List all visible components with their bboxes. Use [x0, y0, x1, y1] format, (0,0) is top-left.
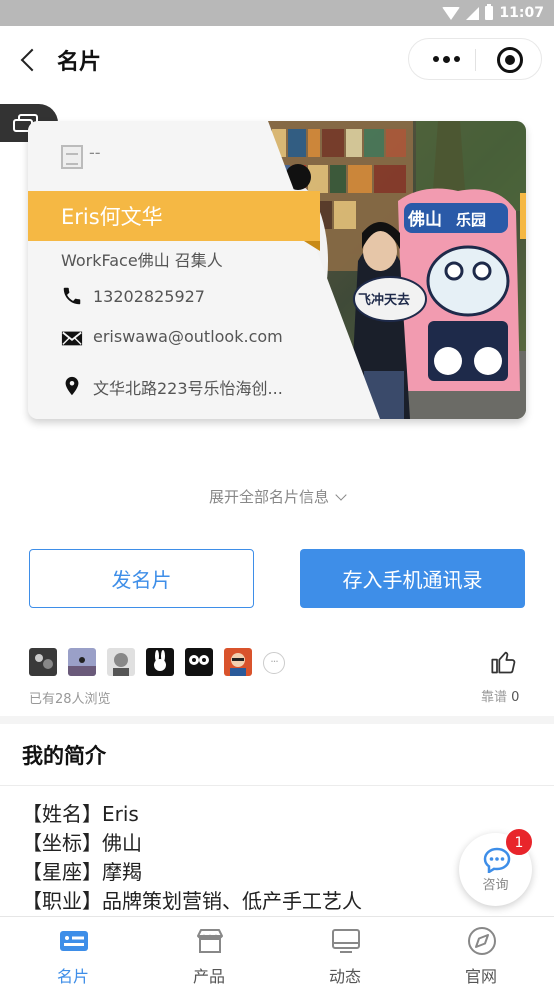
location-icon — [65, 376, 79, 396]
send-card-button[interactable]: 发名片 — [29, 549, 254, 608]
bottom-tab-bar: 名片 产品 动态 官网 — [0, 916, 554, 986]
company-name: -- — [89, 143, 101, 162]
tab-label: 动态 — [328, 967, 361, 986]
intro-content: 【姓名】Eris 【坐标】佛山 【星座】摩羯 【职业】品牌策划营销、低产手工艺人 — [22, 800, 362, 916]
tab-label: 名片 — [56, 967, 89, 986]
capsule-divider — [475, 49, 476, 71]
card-address[interactable]: 文华北路223号乐怡海创... — [93, 375, 283, 399]
avatar[interactable] — [224, 648, 252, 676]
tab-feed[interactable]: 动态 — [276, 917, 414, 986]
view-count: 已有28人浏览 — [29, 692, 111, 707]
navigation-header: 名片 — [0, 26, 554, 94]
intro-title: 我的简介 — [22, 744, 106, 768]
avatar[interactable] — [29, 648, 57, 676]
status-bar: 11:07 — [0, 0, 554, 26]
signal-icon — [466, 6, 480, 20]
avatar[interactable] — [146, 648, 174, 676]
chat-bubble-icon — [483, 847, 511, 873]
status-time: 11:07 — [499, 5, 544, 21]
card-name: Eris何文华 — [61, 205, 163, 229]
accent-bar — [520, 193, 526, 239]
target-circle-icon[interactable] — [497, 47, 523, 73]
thumbs-up-icon[interactable] — [490, 648, 518, 676]
name-band-fold — [304, 241, 320, 251]
mini-program-capsule — [408, 38, 542, 80]
store-icon — [197, 929, 223, 953]
card-icon — [60, 931, 88, 951]
back-button[interactable] — [18, 46, 44, 74]
tab-card[interactable]: 名片 — [4, 917, 142, 986]
like-counter: 靠谱 0 — [481, 686, 519, 705]
phone-icon — [63, 287, 81, 305]
more-visitors-button[interactable]: ··· — [263, 652, 285, 674]
intro-line: 【姓名】Eris — [22, 802, 139, 826]
intro-line: 【坐标】佛山 — [22, 831, 142, 855]
tab-website[interactable]: 官网 — [412, 917, 550, 986]
monitor-icon — [332, 929, 360, 953]
company-icon — [61, 145, 83, 169]
expand-label: 展开全部名片信息 — [208, 488, 329, 506]
more-dots-icon[interactable] — [421, 39, 471, 79]
like-count: 0 — [511, 690, 520, 705]
card-email[interactable]: eriswawa@outlook.com — [93, 327, 283, 346]
tab-products[interactable]: 产品 — [140, 917, 278, 986]
expand-card-info[interactable]: 展开全部名片信息 — [0, 486, 554, 507]
intro-divider — [0, 785, 554, 786]
avatar[interactable] — [68, 648, 96, 676]
page-title: 名片 — [57, 50, 102, 75]
email-icon — [61, 331, 83, 346]
like-label: 靠谱 — [481, 690, 508, 705]
save-contact-button[interactable]: 存入手机通讯录 — [300, 549, 525, 608]
business-card[interactable]: 佛山 乐园 飞冲天去 -- Eris何文华 WorkFace佛山 召集人 132… — [28, 121, 526, 419]
chevron-down-icon — [335, 489, 347, 501]
card-phone[interactable]: 13202825927 — [93, 287, 205, 306]
intro-line: 【职业】品牌策划营销、低产手工艺人 — [22, 889, 362, 913]
unread-badge: 1 — [505, 828, 533, 856]
section-divider — [0, 716, 554, 724]
tab-label: 官网 — [464, 967, 497, 986]
avatar[interactable] — [185, 648, 213, 676]
status-icons: 11:07 — [442, 3, 544, 23]
wifi-icon — [442, 6, 461, 20]
avatar[interactable] — [107, 648, 135, 676]
compass-icon — [468, 927, 496, 955]
tab-label: 产品 — [192, 967, 225, 986]
intro-line: 【星座】摩羯 — [22, 860, 142, 884]
consult-label: 咨询 — [482, 878, 509, 893]
card-title: WorkFace佛山 召集人 — [61, 251, 223, 270]
battery-icon — [485, 4, 494, 20]
